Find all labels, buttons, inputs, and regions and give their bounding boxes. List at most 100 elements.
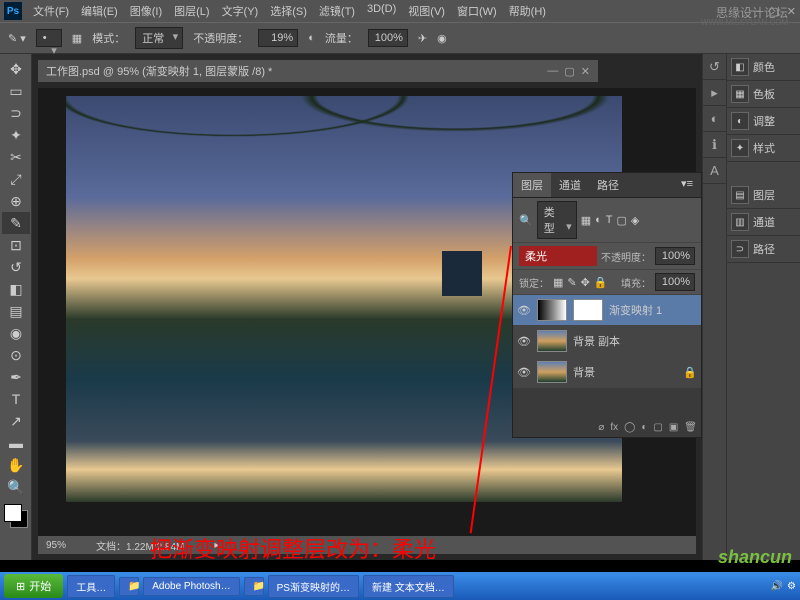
task-item[interactable]: Adobe Photosh…: [143, 577, 239, 596]
brush-preset[interactable]: •: [36, 29, 62, 47]
task-item[interactable]: 📁: [244, 577, 264, 596]
layer-thumb[interactable]: [537, 330, 567, 352]
adjust-panel[interactable]: ◐调整: [727, 108, 800, 135]
pen-tool-icon[interactable]: ✒: [2, 366, 30, 388]
pressure-opacity-icon[interactable]: ◐: [308, 32, 315, 44]
brush-panel-icon[interactable]: ▦: [72, 32, 82, 45]
gradient-tool-icon[interactable]: ▤: [2, 300, 30, 322]
lock-trans-icon[interactable]: ▦: [553, 276, 563, 289]
tray-icon[interactable]: ⚙: [787, 581, 796, 592]
doc-max-icon[interactable]: ▢: [564, 65, 574, 78]
tab-layers[interactable]: 图层: [513, 173, 551, 197]
blend-mode[interactable]: 柔光: [519, 246, 597, 266]
menu-filter[interactable]: 滤镜(T): [314, 1, 360, 21]
mask-thumb[interactable]: [573, 299, 603, 321]
doc-min-icon[interactable]: —: [547, 65, 558, 78]
type-tool-icon[interactable]: T: [2, 388, 30, 410]
visibility-icon[interactable]: 👁: [517, 366, 531, 379]
flow-input[interactable]: 100%: [368, 29, 408, 47]
properties-icon[interactable]: ◐: [703, 106, 726, 132]
swatches-panel[interactable]: ▦色板: [727, 81, 800, 108]
menu-type[interactable]: 文字(Y): [217, 1, 264, 21]
character-icon[interactable]: A: [703, 158, 726, 184]
layer-opacity[interactable]: 100%: [655, 247, 695, 265]
crop-tool-icon[interactable]: ✂: [2, 146, 30, 168]
dodge-tool-icon[interactable]: ⊙: [2, 344, 30, 366]
color-swatch[interactable]: [2, 502, 28, 528]
lock-pos-icon[interactable]: ✥: [581, 276, 590, 289]
brush-tool-icon[interactable]: ✎: [2, 212, 30, 234]
layer-name[interactable]: 背景: [573, 364, 595, 380]
task-item[interactable]: 工具…: [67, 575, 115, 598]
color-panel[interactable]: ◧颜色: [727, 54, 800, 81]
menu-file[interactable]: 文件(F): [28, 1, 74, 21]
tab-channels[interactable]: 通道: [551, 173, 589, 197]
lock-pixel-icon[interactable]: ✎: [567, 276, 576, 289]
blend-mode-select[interactable]: 正常: [135, 27, 183, 49]
adjust-layer-icon[interactable]: ◐: [641, 422, 647, 433]
filter-smart-icon[interactable]: ◈: [631, 214, 639, 227]
new-layer-icon[interactable]: ▣: [669, 422, 678, 433]
panel-menu-icon[interactable]: ▾≡: [673, 173, 701, 197]
adjust-thumb[interactable]: [537, 299, 567, 321]
filter-type-icon[interactable]: T: [606, 214, 613, 226]
fx-icon[interactable]: fx: [610, 422, 618, 433]
stamp-tool-icon[interactable]: ⊡: [2, 234, 30, 256]
filter-kind-icon[interactable]: 🔍: [519, 214, 533, 227]
mask-icon[interactable]: ◯: [624, 422, 635, 433]
actions-icon[interactable]: ▸: [703, 80, 726, 106]
visibility-icon[interactable]: 👁: [517, 335, 531, 348]
menu-image[interactable]: 图像(I): [125, 1, 167, 21]
group-icon[interactable]: ▢: [653, 422, 662, 433]
heal-tool-icon[interactable]: ⊕: [2, 190, 30, 212]
menu-edit[interactable]: 编辑(E): [76, 1, 123, 21]
filter-pixel-icon[interactable]: ▦: [581, 214, 591, 227]
brush-tool-icon[interactable]: ✎ ▾: [8, 32, 26, 45]
history-brush-icon[interactable]: ↺: [2, 256, 30, 278]
filter-kind[interactable]: 类型: [537, 201, 577, 239]
layer-name[interactable]: 渐变映射 1: [609, 302, 662, 318]
layers-panel-btn[interactable]: ▤图层: [727, 182, 800, 209]
lasso-tool-icon[interactable]: ⊃: [2, 102, 30, 124]
layer-name[interactable]: 背景 副本: [573, 333, 620, 349]
menu-layer[interactable]: 图层(L): [169, 1, 214, 21]
menu-window[interactable]: 窗口(W): [452, 1, 502, 21]
zoom-level[interactable]: 95%: [46, 540, 66, 551]
system-tray[interactable]: 🔊 ⚙: [771, 581, 796, 592]
fill-value[interactable]: 100%: [655, 273, 695, 291]
marquee-tool-icon[interactable]: ▭: [2, 80, 30, 102]
info-icon[interactable]: ℹ: [703, 132, 726, 158]
wand-tool-icon[interactable]: ✦: [2, 124, 30, 146]
styles-panel[interactable]: ✦样式: [727, 135, 800, 162]
visibility-icon[interactable]: 👁: [517, 304, 531, 317]
zoom-tool-icon[interactable]: 🔍: [2, 476, 30, 498]
menu-help[interactable]: 帮助(H): [504, 1, 551, 21]
task-item[interactable]: 📁: [119, 577, 139, 596]
menu-3d[interactable]: 3D(D): [362, 1, 401, 21]
blur-tool-icon[interactable]: ◉: [2, 322, 30, 344]
doc-close-icon[interactable]: ✕: [581, 65, 590, 78]
opacity-input[interactable]: 19%: [258, 29, 298, 47]
tray-icon[interactable]: 🔊: [771, 581, 783, 592]
layer-item[interactable]: 👁 背景 副本: [513, 326, 701, 357]
paths-panel-btn[interactable]: ⊃路径: [727, 236, 800, 263]
layer-item[interactable]: 👁 渐变映射 1: [513, 295, 701, 326]
layer-item[interactable]: 👁 背景 🔒: [513, 357, 701, 388]
document-tab[interactable]: 工作图.psd @ 95% (渐变映射 1, 图层蒙版 /8) * — ▢ ✕: [38, 60, 598, 82]
delete-icon[interactable]: 🗑: [684, 422, 697, 433]
task-item[interactable]: PS渐变映射的…: [268, 575, 359, 598]
history-icon[interactable]: ↺: [703, 54, 726, 80]
fg-color[interactable]: [4, 504, 22, 522]
filter-shape-icon[interactable]: ▢: [617, 214, 627, 227]
eraser-tool-icon[interactable]: ◧: [2, 278, 30, 300]
tab-paths[interactable]: 路径: [589, 173, 627, 197]
layer-thumb[interactable]: [537, 361, 567, 383]
hand-tool-icon[interactable]: ✋: [2, 454, 30, 476]
menu-select[interactable]: 选择(S): [265, 1, 312, 21]
pressure-size-icon[interactable]: ◉: [437, 32, 447, 45]
move-tool-icon[interactable]: ✥: [2, 58, 30, 80]
link-icon[interactable]: ⌀: [598, 422, 604, 433]
menu-view[interactable]: 视图(V): [403, 1, 450, 21]
lock-all-icon[interactable]: 🔒: [594, 276, 608, 289]
path-tool-icon[interactable]: ↗: [2, 410, 30, 432]
